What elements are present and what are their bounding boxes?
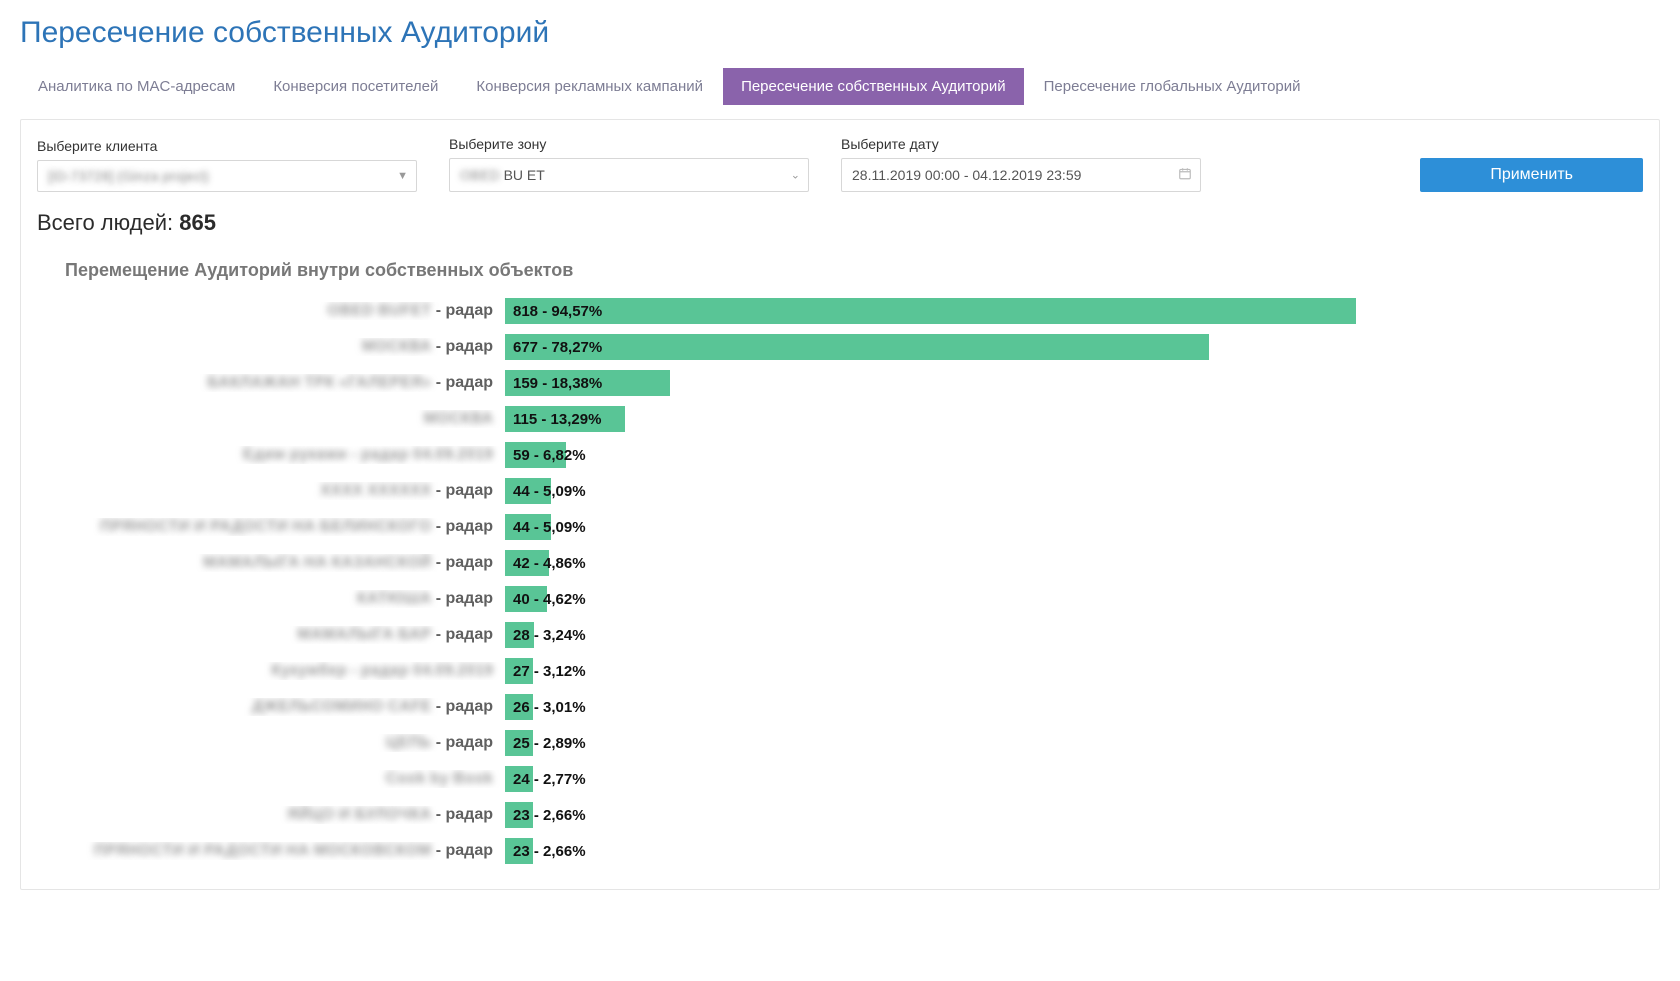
bar-chart: OBED BUFET - радар 818 - 94,57% МОСКВА - р… <box>37 297 1643 865</box>
chart-row-label: ЦЕПЬ - радар <box>65 734 505 752</box>
tab-1[interactable]: Конверсия посетителей <box>255 68 456 105</box>
chart-bar-value: 25 - 2,89% <box>513 729 586 757</box>
chart-bar-area: 24 - 2,77% <box>505 765 1643 793</box>
chart-row: ДЖЕЛЬСОМИНО CAFE - радар 26 - 3,01% <box>65 693 1643 721</box>
chart-row: МОСКВА 115 - 13,29% <box>65 405 1643 433</box>
date-filter-label: Выберите дату <box>841 136 1201 152</box>
chart-row-label: XXXX XXXXXX - радар <box>65 482 505 500</box>
chart-bar-area: 59 - 6,82% <box>505 441 1643 469</box>
chart-row: КАТЮША - радар 40 - 4,62% <box>65 585 1643 613</box>
chart-row-label: МАМАЛЫГА НА КАЗАНСКОЙ - радар <box>65 554 505 572</box>
chart-row-label: ЯЙЦО И БУЛОЧКА - радар <box>65 806 505 824</box>
summary-count: 865 <box>179 210 216 235</box>
tab-4[interactable]: Пересечение глобальных Аудиторий <box>1026 68 1319 105</box>
chart-row-label: МАМАЛЫГА БАР - радар <box>65 626 505 644</box>
zone-select-value-masked: OBED <box>460 167 500 183</box>
chart-bar-area: 23 - 2,66% <box>505 837 1643 865</box>
tab-2[interactable]: Конверсия рекламных кампаний <box>458 68 721 105</box>
chart-bar-area: 159 - 18,38% <box>505 369 1643 397</box>
chart-row-label: Едим руками - радар 04.09.2019 <box>65 446 505 464</box>
chart-row-label: БАКЛАЖАН ТРК «ГАЛЕРЕЯ» - радар <box>65 374 505 392</box>
chart-bar-area: 42 - 4,86% <box>505 549 1643 577</box>
chart-bar-area: 44 - 5,09% <box>505 477 1643 505</box>
chart-row: XXXX XXXXXX - радар 44 - 5,09% <box>65 477 1643 505</box>
chart-bar-value: 159 - 18,38% <box>513 369 602 397</box>
chart-bar-value: 24 - 2,77% <box>513 765 586 793</box>
chart-bar-area: 25 - 2,89% <box>505 729 1643 757</box>
chart-bar-area: 28 - 3,24% <box>505 621 1643 649</box>
client-select-value: [ID-73728] (Ginza project) <box>48 168 209 184</box>
chart-bar-area: 818 - 94,57% <box>505 297 1643 325</box>
chart-bar-value: 40 - 4,62% <box>513 585 586 613</box>
apply-button[interactable]: Применить <box>1420 158 1643 192</box>
chart-row: OBED BUFET - радар 818 - 94,57% <box>65 297 1643 325</box>
chart-bar-value: 677 - 78,27% <box>513 333 602 361</box>
chart-bar-area: 26 - 3,01% <box>505 693 1643 721</box>
chart-bar-area: 27 - 3,12% <box>505 657 1643 685</box>
summary-label: Всего людей: <box>37 210 179 235</box>
chart-title: Перемещение Аудиторий внутри собственных… <box>65 260 1643 281</box>
chevron-down-icon: ▼ <box>397 170 408 182</box>
chevron-down-icon: ⌄ <box>791 169 800 182</box>
chart-row: Кукумбер - радар 04.09.2019 27 - 3,12% <box>65 657 1643 685</box>
chart-bar <box>505 334 1209 360</box>
chart-row: Едим руками - радар 04.09.2019 59 - 6,82% <box>65 441 1643 469</box>
chart-row: Cook by Book 24 - 2,77% <box>65 765 1643 793</box>
chart-bar-value: 818 - 94,57% <box>513 297 602 325</box>
chart-bar-value: 59 - 6,82% <box>513 441 586 469</box>
chart-row-label: ПРЯНОСТИ И РАДОСТИ НА МОСКОВСКОМ - радар <box>65 842 505 860</box>
chart-row: ПРЯНОСТИ И РАДОСТИ НА БЕЛИНСКОГО - радар… <box>65 513 1643 541</box>
chart-bar <box>505 298 1356 324</box>
client-filter-label: Выберите клиента <box>37 138 417 154</box>
chart-row-label: МОСКВА <box>65 410 505 428</box>
chart-bar-value: 44 - 5,09% <box>513 513 586 541</box>
chart-bar-value: 44 - 5,09% <box>513 477 586 505</box>
chart-bar-area: 115 - 13,29% <box>505 405 1643 433</box>
main-panel: Выберите клиента [ID-73728] (Ginza proje… <box>20 119 1660 890</box>
tab-0[interactable]: Аналитика по MAC-адресам <box>20 68 253 105</box>
chart-row-label: МОСКВА - радар <box>65 338 505 356</box>
chart-row: ЯЙЦО И БУЛОЧКА - радар 23 - 2,66% <box>65 801 1643 829</box>
chart-row: МОСКВА - радар 677 - 78,27% <box>65 333 1643 361</box>
tabs: Аналитика по MAC-адресамКонверсия посети… <box>20 68 1660 105</box>
chart-row-label: ПРЯНОСТИ И РАДОСТИ НА БЕЛИНСКОГО - радар <box>65 518 505 536</box>
chart-bar-area: 44 - 5,09% <box>505 513 1643 541</box>
chart-bar-value: 115 - 13,29% <box>513 405 601 433</box>
chart-row: МАМАЛЫГА НА КАЗАНСКОЙ - радар 42 - 4,86% <box>65 549 1643 577</box>
chart-bar-value: 26 - 3,01% <box>513 693 586 721</box>
chart-bar-value: 42 - 4,86% <box>513 549 586 577</box>
chart-row: МАМАЛЫГА БАР - радар 28 - 3,24% <box>65 621 1643 649</box>
chart-row: ПРЯНОСТИ И РАДОСТИ НА МОСКОВСКОМ - радар… <box>65 837 1643 865</box>
chart-bar-area: 40 - 4,62% <box>505 585 1643 613</box>
date-range-value: 28.11.2019 00:00 - 04.12.2019 23:59 <box>852 167 1081 183</box>
client-select[interactable]: [ID-73728] (Ginza project) ▼ <box>37 160 417 192</box>
chart-bar-value: 23 - 2,66% <box>513 801 586 829</box>
date-range-input[interactable]: 28.11.2019 00:00 - 04.12.2019 23:59 <box>841 158 1201 192</box>
chart-row: БАКЛАЖАН ТРК «ГАЛЕРЕЯ» - радар 159 - 18,3… <box>65 369 1643 397</box>
chart-row-label: Кукумбер - радар 04.09.2019 <box>65 662 505 680</box>
zone-filter-label: Выберите зону <box>449 136 809 152</box>
chart-row: ЦЕПЬ - радар 25 - 2,89% <box>65 729 1643 757</box>
chart-row-label: ДЖЕЛЬСОМИНО CAFE - радар <box>65 698 505 716</box>
chart-row-label: КАТЮША - радар <box>65 590 505 608</box>
summary: Всего людей: 865 <box>37 210 1643 236</box>
calendar-icon <box>1178 167 1192 184</box>
chart-bar-value: 28 - 3,24% <box>513 621 586 649</box>
chart-row-label: OBED BUFET - радар <box>65 302 505 320</box>
chart-bar-value: 27 - 3,12% <box>513 657 586 685</box>
tab-3[interactable]: Пересечение собственных Аудиторий <box>723 68 1024 105</box>
zone-select[interactable]: OBED BU ET ⌄ <box>449 158 809 192</box>
chart-bar-area: 677 - 78,27% <box>505 333 1643 361</box>
chart-row-label: Cook by Book <box>65 770 505 788</box>
chart-bar-area: 23 - 2,66% <box>505 801 1643 829</box>
page-title: Пересечение собственных Аудиторий <box>20 16 1660 50</box>
chart-bar-value: 23 - 2,66% <box>513 837 586 865</box>
zone-select-value-suffix: BU ET <box>500 167 545 183</box>
